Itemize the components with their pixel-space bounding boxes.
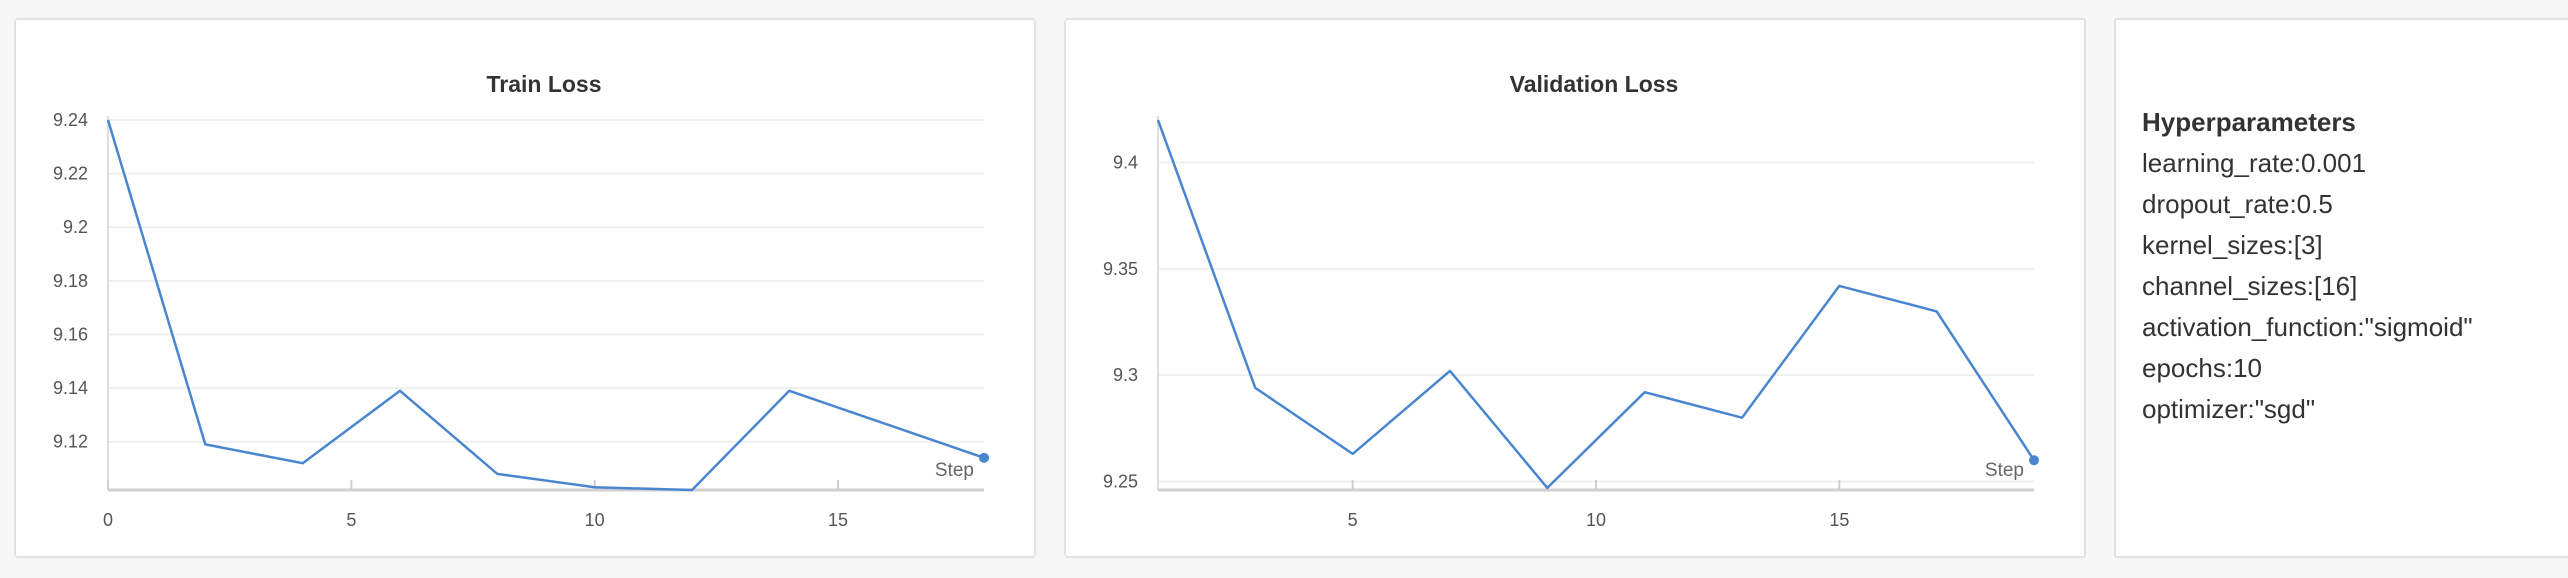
x-tick-label: 15 [828, 510, 848, 530]
chart-title: Validation Loss [1510, 71, 1679, 97]
y-tick-label: 9.12 [53, 432, 88, 452]
y-tick-label: 9.3 [1113, 365, 1138, 385]
x-tick-label: 15 [1829, 510, 1849, 530]
x-tick-label: 0 [103, 510, 113, 530]
y-tick-label: 9.22 [53, 164, 88, 184]
y-tick-label: 9.18 [53, 271, 88, 291]
series-endpoint [979, 452, 989, 463]
hyperparameters-panel: Hyperparameters learning_rate:0.001 drop… [2114, 18, 2568, 558]
x-tick-label: 5 [346, 510, 356, 530]
chart-title: Train Loss [486, 71, 601, 97]
train-loss-panel: Train Loss 9.12 9.14 9.16 9.18 9.2 9.22 9.24 0 5 1… [14, 18, 1036, 558]
hyperparameter-optimizer: optimizer:"sgd" [2142, 394, 2316, 424]
series-line [106, 119, 985, 492]
hyperparameters-title: Hyperparameters [2142, 107, 2356, 137]
y-tick-label: 9.2 [63, 217, 88, 237]
validation-loss-panel: Validation Loss 9.25 9.3 9.35 9.4 5 10 15 Step [1064, 18, 2086, 558]
series-line [1156, 119, 2036, 490]
hyperparameter-epochs: epochs:10 [2142, 353, 2262, 383]
validation-loss-chart: Validation Loss 9.25 9.3 9.35 9.4 5 10 15 Step [1103, 71, 2039, 530]
hyperparameters-list: Hyperparameters learning_rate:0.001 drop… [2142, 102, 2473, 430]
x-tick-label: 10 [585, 510, 605, 530]
y-tick-label: 9.35 [1103, 259, 1138, 279]
y-tick-label: 9.14 [53, 378, 88, 398]
hyperparameter-channel-sizes: channel_sizes:[16] [2142, 271, 2358, 301]
y-tick-label: 9.4 [1113, 153, 1138, 173]
x-axis-label: Step [1985, 460, 2024, 481]
y-tick-label: 9.25 [1103, 471, 1138, 491]
hyperparameter-learning-rate: learning_rate:0.001 [2142, 148, 2367, 178]
y-tick-label: 9.16 [53, 324, 88, 344]
x-tick-label: 10 [1586, 510, 1606, 530]
hyperparameter-dropout-rate: dropout_rate:0.5 [2142, 189, 2333, 219]
hyperparameter-kernel-sizes: kernel_sizes:[3] [2142, 230, 2323, 260]
train-loss-chart: Train Loss 9.12 9.14 9.16 9.18 9.2 9.22 9.24 0 5 1… [53, 71, 989, 530]
x-axis-label: Step [935, 460, 974, 481]
x-tick-label: 5 [1348, 510, 1358, 530]
series-endpoint [2029, 455, 2039, 466]
y-tick-label: 9.24 [53, 110, 88, 130]
hyperparameter-activation-function: activation_function:"sigmoid" [2142, 312, 2473, 342]
